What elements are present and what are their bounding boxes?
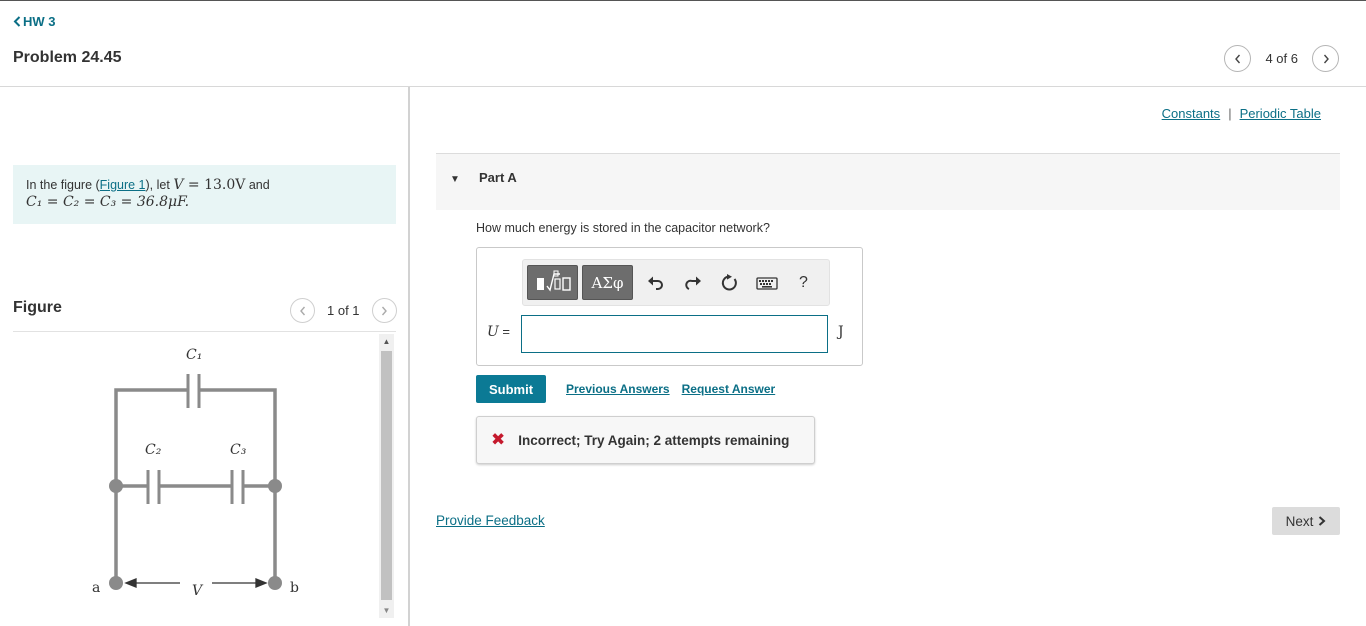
terminal-a [109,576,123,590]
voltage-symbol: V [173,177,184,193]
scrollbar-thumb[interactable] [381,351,392,600]
node-left [109,479,123,493]
capacitor-circuit-diagram: C₁ C₂ C₃ V a b [92,347,299,599]
previous-figure-button[interactable] [290,298,315,323]
feedback-message: Incorrect; Try Again; 2 attempts remaini… [518,432,790,448]
label-c2: C₂ [145,442,162,458]
provide-feedback-link[interactable]: Provide Feedback [436,513,545,528]
intro-and: and [245,178,270,192]
variable-symbol: U [487,324,499,340]
constants-link[interactable]: Constants [1162,106,1221,121]
math-toolbar: ΑΣφ ? [522,259,830,306]
chevron-right-icon [1319,516,1326,526]
figure-link[interactable]: Figure 1 [100,178,146,192]
part-a-header[interactable]: ▼ Part A [436,154,1340,210]
label-v: V [192,583,204,599]
templates-icon [536,270,571,292]
problem-pager-count: 4 of 6 [1265,51,1298,66]
capacitance-equation: C₁ = C₂ = C₃ = 36.8μF. [26,194,190,210]
scroll-up-arrow-icon[interactable]: ▲ [379,334,394,349]
answer-box: ΑΣφ ? U = J [476,247,863,366]
incorrect-x-icon: ✖ [491,430,506,449]
chevron-right-icon [382,306,387,315]
figure-divider [13,331,396,332]
intro-prefix: In the figure ( [26,178,100,192]
reset-icon[interactable] [711,265,748,300]
previous-answers-link[interactable]: Previous Answers [566,382,670,396]
intro-mid: ), let [145,178,174,192]
help-button[interactable]: ? [785,265,822,300]
circuit-wires [114,388,277,583]
terminal-b [268,576,282,590]
problem-pager: 4 of 6 [1224,45,1339,72]
previous-problem-button[interactable] [1224,45,1252,72]
next-button-label[interactable]: Next [1286,514,1314,529]
chevron-left-icon [1235,54,1240,63]
voltage-value: = 13.0V [183,177,246,193]
figure-count: 1 of 1 [327,303,360,318]
keyboard-icon[interactable] [748,265,785,300]
back-to-assignment-link[interactable]: HW 3 [13,14,56,29]
answer-unit: J [838,324,844,340]
answer-input[interactable] [521,315,828,353]
chevron-left-icon [299,306,305,315]
periodic-table-link[interactable]: Periodic Table [1240,106,1321,121]
circuit-nodes [109,479,282,590]
chevron-left-icon [13,15,21,29]
next-button[interactable]: Next [1272,507,1340,535]
panel-divider[interactable] [408,87,410,626]
reference-links: Constants | Periodic Table [1162,106,1321,121]
collapse-triangle-icon[interactable]: ▼ [450,174,460,185]
greek-symbols-button[interactable]: ΑΣφ [582,265,633,300]
answer-actions: Submit Previous Answers Request Answer [476,375,787,403]
intro-line-2: C₁ = C₂ = C₃ = 36.8μF. [26,194,383,211]
header-divider [0,86,1366,87]
feedback-message-box: ✖ Incorrect; Try Again; 2 attempts remai… [476,416,815,464]
templates-button[interactable] [527,265,578,300]
problem-intro: In the figure (Figure 1), let V = 13.0V … [13,165,396,224]
scroll-down-arrow-icon[interactable]: ▼ [379,603,394,618]
request-answer-link[interactable]: Request Answer [682,382,776,396]
next-figure-button[interactable] [371,298,397,323]
links-separator: | [1228,106,1232,121]
label-b: b [290,580,299,596]
answer-variable-label: U = [487,324,510,340]
top-border [0,0,1366,1]
problem-title: Problem 24.45 [13,49,122,66]
figure-heading: Figure [13,299,62,316]
next-problem-button[interactable] [1312,45,1339,72]
redo-icon[interactable] [674,265,711,300]
intro-line-1: In the figure (Figure 1), let V = 13.0V … [26,177,383,194]
figure-pager: 1 of 1 [290,298,397,323]
label-c1: C₁ [186,347,202,363]
undo-icon[interactable] [637,265,674,300]
equals-sign: = [498,324,511,339]
question-text: How much energy is stored in the capacit… [476,221,770,235]
label-a: a [92,580,100,596]
label-c3: C₃ [230,442,247,458]
back-link-label[interactable]: HW 3 [23,14,56,29]
part-title: Part A [479,170,517,185]
node-right [268,479,282,493]
chevron-right-icon [1323,54,1329,63]
submit-button[interactable]: Submit [476,375,546,403]
